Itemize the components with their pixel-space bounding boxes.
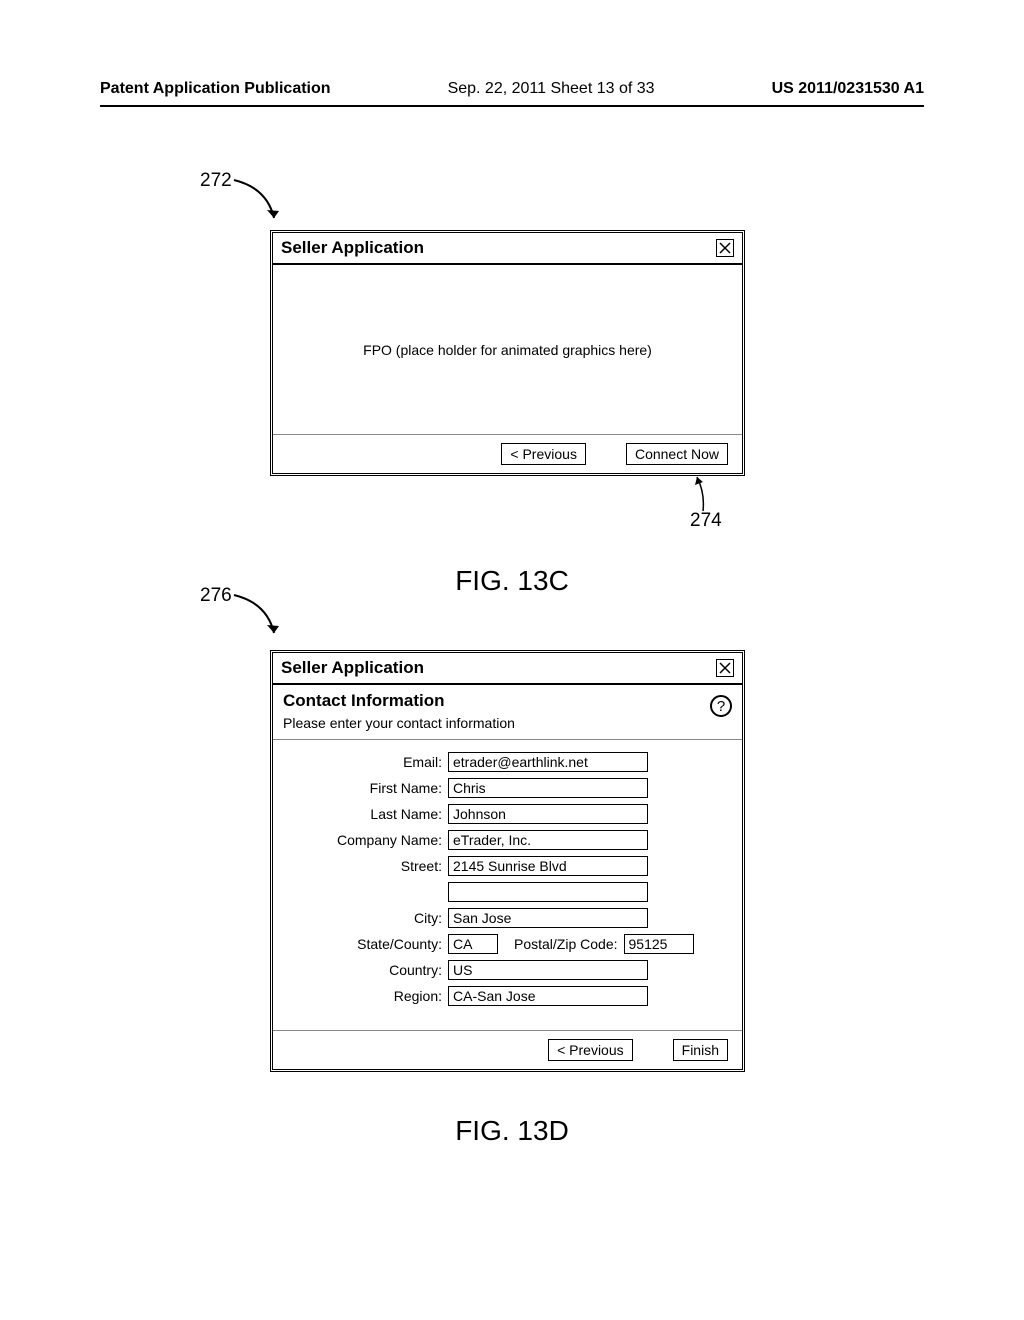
close-icon[interactable] <box>716 239 734 257</box>
label-email: Email: <box>293 754 448 770</box>
label-state: State/County: <box>293 936 448 952</box>
header-center: Sep. 22, 2011 Sheet 13 of 33 <box>448 80 655 98</box>
titlebar-d: Seller Application <box>273 653 742 685</box>
label-company: Company Name: <box>293 832 448 848</box>
region-input[interactable] <box>448 986 648 1006</box>
leader-arrow-274 <box>695 475 725 515</box>
section-header: Contact Information Please enter your co… <box>273 685 742 740</box>
page-header: Patent Application Publication Sep. 22, … <box>0 80 1024 98</box>
finish-button[interactable]: Finish <box>673 1039 728 1061</box>
last-name-input[interactable] <box>448 804 648 824</box>
label-last-name: Last Name: <box>293 806 448 822</box>
header-right: US 2011/0231530 A1 <box>772 80 924 98</box>
previous-button[interactable]: < Previous <box>548 1039 633 1061</box>
ref-label-272: 272 <box>200 170 232 192</box>
label-region: Region: <box>293 988 448 1004</box>
close-icon[interactable] <box>716 659 734 677</box>
window-title-d: Seller Application <box>281 658 424 678</box>
fpo-placeholder: FPO (place holder for animated graphics … <box>273 265 742 435</box>
contact-form: Email: First Name: Last Name: Company Na… <box>273 740 742 1030</box>
header-left: Patent Application Publication <box>100 80 331 98</box>
first-name-input[interactable] <box>448 778 648 798</box>
street2-input[interactable] <box>448 882 648 902</box>
help-icon[interactable]: ? <box>710 695 732 717</box>
section-subtitle: Please enter your contact information <box>283 715 515 731</box>
section-title: Contact Information <box>283 691 515 711</box>
window-title-c: Seller Application <box>281 238 424 258</box>
previous-button[interactable]: < Previous <box>501 443 586 465</box>
label-city: City: <box>293 910 448 926</box>
header-rule <box>100 105 924 107</box>
label-zip: Postal/Zip Code: <box>514 936 618 952</box>
connect-now-button[interactable]: Connect Now <box>626 443 728 465</box>
ref-label-276: 276 <box>200 585 232 607</box>
label-street: Street: <box>293 858 448 874</box>
leader-arrow-276 <box>232 593 282 643</box>
label-first-name: First Name: <box>293 780 448 796</box>
button-row-d: < Previous Finish <box>273 1031 742 1069</box>
zip-input[interactable] <box>624 934 694 954</box>
country-input[interactable] <box>448 960 648 980</box>
state-input[interactable] <box>448 934 498 954</box>
label-country: Country: <box>293 962 448 978</box>
company-input[interactable] <box>448 830 648 850</box>
titlebar-c: Seller Application <box>273 233 742 265</box>
street-input[interactable] <box>448 856 648 876</box>
figure-caption-13c: FIG. 13C <box>0 565 1024 597</box>
ref-label-274: 274 <box>690 510 722 532</box>
seller-app-window-d: Seller Application Contact Information P… <box>270 650 745 1072</box>
button-row-c: < Previous Connect Now <box>273 435 742 473</box>
seller-app-window-c: Seller Application FPO (place holder for… <box>270 230 745 476</box>
city-input[interactable] <box>448 908 648 928</box>
leader-arrow-272 <box>232 178 282 228</box>
figure-caption-13d: FIG. 13D <box>0 1115 1024 1147</box>
email-input[interactable] <box>448 752 648 772</box>
